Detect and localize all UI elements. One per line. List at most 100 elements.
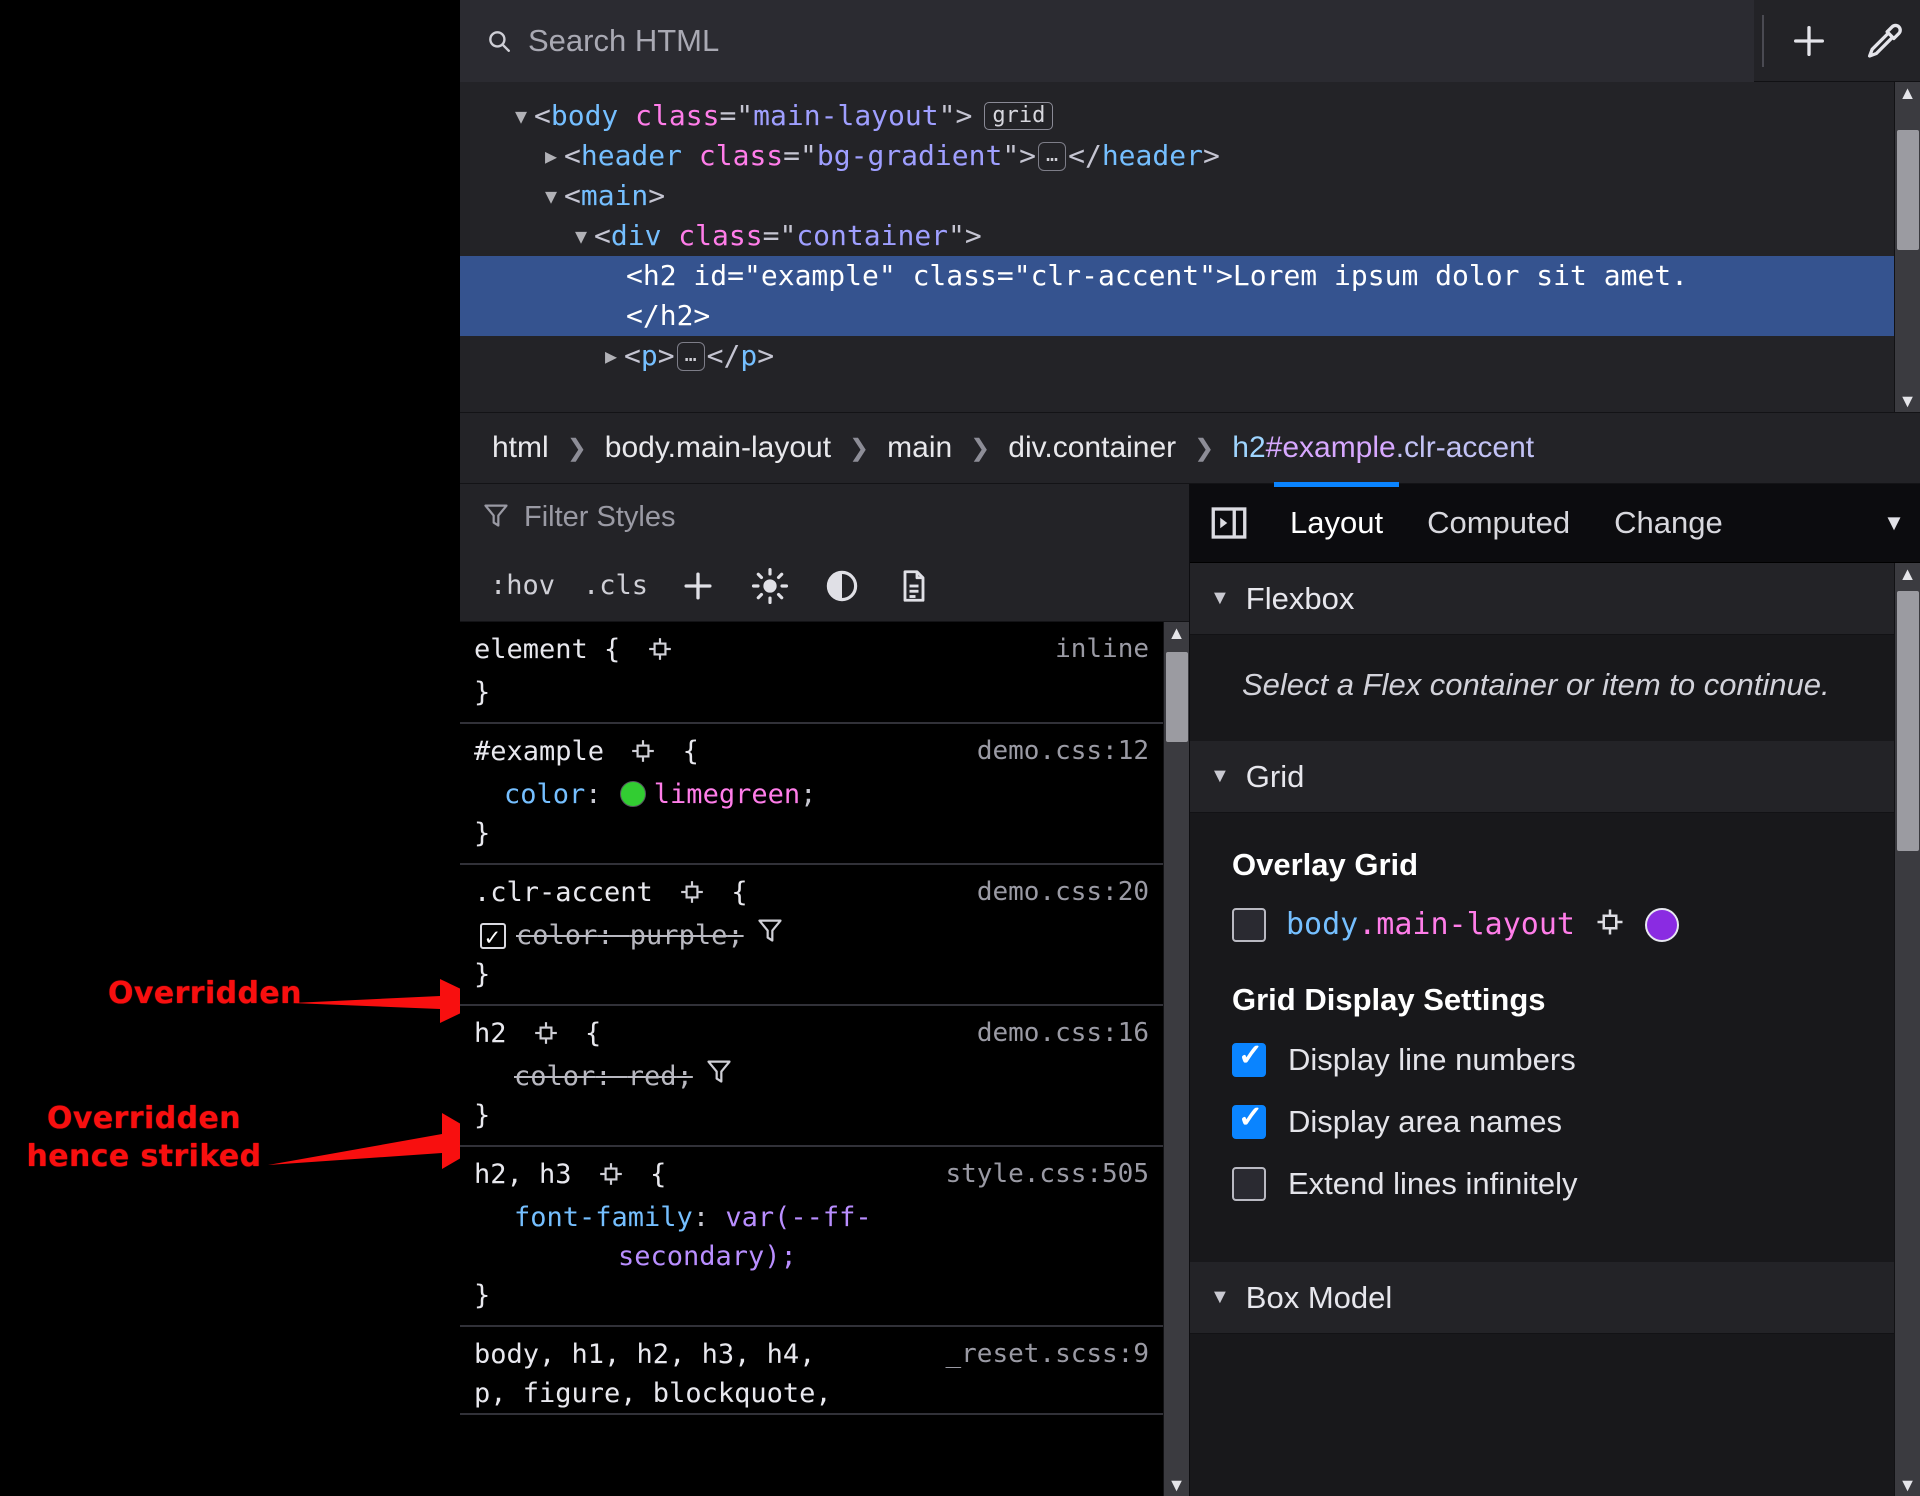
twisty-icon[interactable]: ▶ — [538, 136, 564, 176]
selector-target-icon[interactable] — [679, 877, 705, 916]
scroll-up-arrow-icon[interactable]: ▲ — [1899, 82, 1917, 104]
setting-extend-lines-infinitely[interactable]: Extend lines infinitely — [1232, 1166, 1858, 1202]
scrollbar-track[interactable] — [1164, 644, 1190, 1474]
css-declaration-text[interactable]: color: purple; — [516, 916, 744, 955]
twisty-icon[interactable]: ▼ — [538, 176, 564, 216]
tree-node-h2-selected[interactable]: <h2 id="example" class="clr-accent">Lore… — [460, 256, 1894, 336]
breadcrumb-item-div[interactable]: div.container — [998, 431, 1186, 465]
scroll-down-arrow-icon[interactable]: ▼ — [1899, 1474, 1917, 1496]
accordion-box-model[interactable]: ▼ Box Model — [1190, 1262, 1894, 1334]
css-rule-source[interactable]: _reset.scss:9 — [936, 1335, 1150, 1374]
css-rule-source[interactable]: demo.css:12 — [967, 732, 1149, 771]
scrollbar-track[interactable] — [1895, 104, 1920, 390]
scrollbar-thumb[interactable] — [1165, 652, 1188, 742]
css-rule-selector[interactable]: .clr-accent { — [474, 873, 748, 916]
scroll-down-arrow-icon[interactable]: ▼ — [1168, 1474, 1186, 1496]
twisty-icon[interactable]: ▼ — [508, 96, 534, 136]
pseudo-class-button[interactable]: :hov — [476, 558, 569, 614]
display-line-numbers-checkbox[interactable] — [1232, 1038, 1266, 1077]
expand-ellipsis-icon[interactable]: … — [1038, 141, 1067, 171]
filter-styles-input[interactable] — [524, 500, 1090, 534]
search-html-field[interactable] — [460, 0, 1754, 82]
css-property[interactable]: color — [514, 1061, 595, 1092]
css-value[interactable]: red — [628, 1061, 677, 1092]
twisty-icon[interactable]: ▼ — [568, 216, 594, 256]
display-area-names-checkbox[interactable] — [1232, 1100, 1266, 1139]
selector-target-icon[interactable] — [647, 634, 673, 673]
css-value-line2[interactable]: secondary); — [618, 1241, 797, 1272]
breadcrumb-item-main[interactable]: main — [877, 431, 962, 465]
css-rule-selector[interactable]: element { — [474, 630, 683, 673]
caret-down-icon[interactable]: ▼ — [1210, 1286, 1230, 1309]
color-swatch[interactable] — [619, 781, 646, 807]
breadcrumb-item-h2-selected[interactable]: h2#example.clr-accent — [1222, 431, 1544, 465]
css-declaration[interactable]: color: limegreen; — [474, 775, 1149, 814]
caret-down-icon[interactable]: ▼ — [1210, 587, 1230, 610]
setting-display-area-names[interactable]: Display area names — [1232, 1100, 1858, 1140]
css-rule-reset[interactable]: body, h1, h2, h3, h4, _reset.scss:9 p, f… — [460, 1327, 1163, 1415]
declaration-enabled-checkbox[interactable] — [480, 918, 506, 957]
overridden-warning-funnel-icon[interactable] — [705, 1057, 733, 1096]
overlay-grid-item[interactable]: body.main-layout — [1232, 907, 1858, 942]
tree-node-header[interactable]: ▶ <header class="bg-gradient">… </header> — [460, 136, 1894, 176]
expand-ellipsis-icon[interactable]: … — [676, 341, 705, 371]
scroll-down-arrow-icon[interactable]: ▼ — [1899, 390, 1917, 412]
overridden-warning-funnel-icon[interactable] — [756, 916, 784, 955]
css-property[interactable]: color — [504, 779, 585, 810]
css-rule-clr-accent[interactable]: .clr-accent { demo.css:20 ✓ color: purpl… — [460, 865, 1163, 1006]
css-declaration-text[interactable]: color: red; — [514, 1057, 693, 1096]
html-tree-scrollbar[interactable]: ▲ ▼ — [1894, 82, 1920, 412]
overlay-grid-checkbox[interactable] — [1232, 907, 1266, 942]
css-declaration[interactable]: color: red; — [474, 1057, 1149, 1096]
scroll-up-arrow-icon[interactable]: ▲ — [1168, 622, 1186, 644]
css-rule-selector-line1[interactable]: body, h1, h2, h3, h4, — [474, 1335, 815, 1374]
search-input[interactable] — [528, 22, 1695, 59]
add-rule-button[interactable] — [662, 558, 734, 614]
twisty-icon[interactable]: ▶ — [598, 336, 624, 376]
expand-panel-icon[interactable] — [1190, 484, 1268, 562]
css-rule-selector[interactable]: #example { — [474, 732, 699, 775]
tab-computed[interactable]: Computed — [1405, 484, 1592, 562]
css-rule-selector-line2[interactable]: p, figure, blockquote, — [474, 1374, 1149, 1413]
tree-node-body[interactable]: ▼ <body class="main-layout"> grid — [460, 96, 1894, 136]
breadcrumb-item-html[interactable]: html — [482, 431, 559, 465]
tree-node-main[interactable]: ▼ <main> — [460, 176, 1894, 216]
selector-target-icon[interactable] — [598, 1159, 624, 1198]
css-property[interactable]: font-family — [514, 1202, 693, 1233]
selector-target-icon[interactable] — [630, 736, 656, 775]
caret-down-icon[interactable]: ▼ — [1210, 765, 1230, 788]
css-rule-example[interactable]: #example { demo.css:12 color: limegreen;… — [460, 724, 1163, 865]
css-property[interactable]: color — [516, 920, 597, 951]
eyedropper-icon[interactable] — [1846, 0, 1920, 82]
css-value-line1[interactable]: var(--ff- — [725, 1202, 871, 1233]
css-value[interactable]: purple — [630, 920, 728, 951]
css-value[interactable]: limegreen — [654, 779, 800, 810]
styles-scrollbar[interactable]: ▲ ▼ — [1163, 622, 1189, 1496]
accordion-flexbox[interactable]: ▼ Flexbox — [1190, 563, 1894, 635]
layout-scrollbar[interactable]: ▲ ▼ — [1894, 563, 1920, 1496]
breadcrumb-item-body[interactable]: body.main-layout — [595, 431, 841, 465]
chevron-down-icon[interactable]: ▼ — [1868, 510, 1920, 536]
css-declaration[interactable]: color: purple; — [474, 916, 1149, 957]
tree-node-p[interactable]: ▶ <p>… </p> — [460, 336, 1894, 376]
setting-display-line-numbers[interactable]: Display line numbers — [1232, 1038, 1858, 1078]
css-rule-source[interactable]: inline — [1045, 630, 1149, 669]
selector-target-icon[interactable] — [1595, 907, 1625, 942]
selector-target-icon[interactable] — [533, 1018, 559, 1057]
css-declaration[interactable]: font-family: var(--ff- secondary); — [474, 1198, 1149, 1276]
add-new-node-button[interactable] — [1772, 0, 1846, 82]
grid-color-swatch[interactable] — [1645, 907, 1679, 942]
grid-badge[interactable]: grid — [984, 102, 1054, 130]
tab-changes[interactable]: Change — [1592, 484, 1745, 562]
css-rule-source[interactable]: demo.css:16 — [967, 1014, 1149, 1053]
css-rule-source[interactable]: demo.css:20 — [967, 873, 1149, 912]
css-rule-h2-h3[interactable]: h2, h3 { style.css:505 font-family: var(… — [460, 1147, 1163, 1327]
css-rule-source[interactable]: style.css:505 — [936, 1155, 1150, 1194]
class-panel-button[interactable]: .cls — [569, 558, 662, 614]
css-rule-selector[interactable]: h2 { — [474, 1014, 601, 1057]
accordion-grid[interactable]: ▼ Grid — [1190, 741, 1894, 813]
tree-node-div-container[interactable]: ▼ <div class="container"> — [460, 216, 1894, 256]
scrollbar-thumb[interactable] — [1896, 591, 1919, 851]
css-rule-h2[interactable]: h2 { demo.css:16 color: red;} — [460, 1006, 1163, 1147]
css-rule-selector[interactable]: h2, h3 { — [474, 1155, 666, 1198]
